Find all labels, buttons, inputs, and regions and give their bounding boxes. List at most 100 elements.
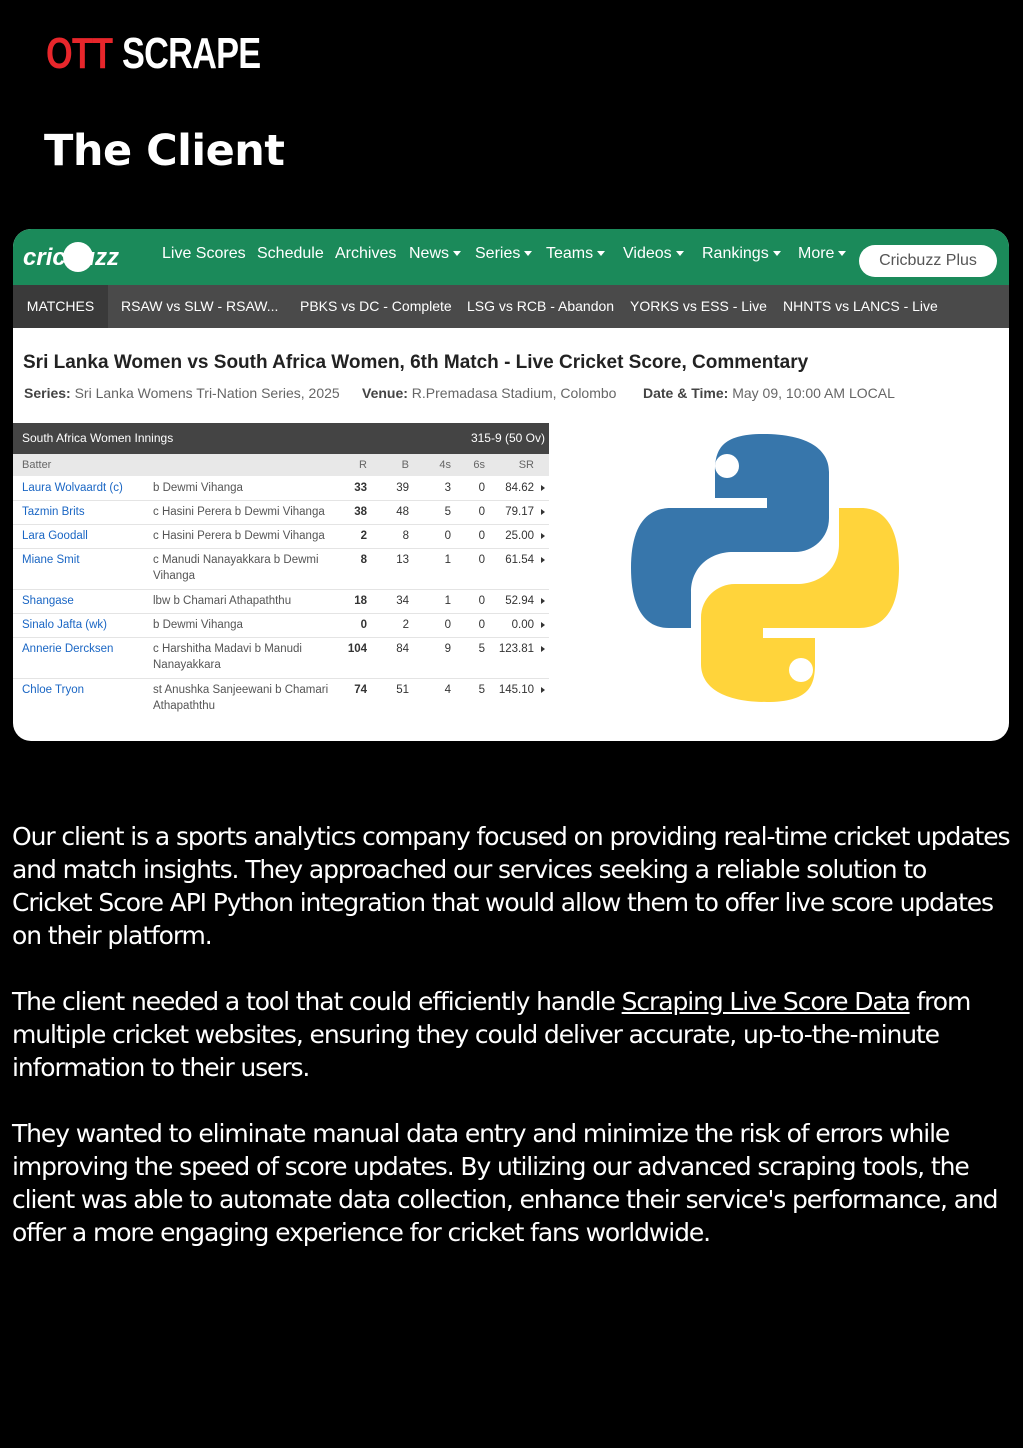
- nav-teams[interactable]: Teams: [546, 245, 606, 262]
- series-info: Series: Sri Lanka Womens Tri-Nation Seri…: [24, 386, 340, 400]
- strike-rate: 123.81: [498, 643, 534, 655]
- balls: 84: [396, 643, 409, 655]
- expand-arrow-icon[interactable]: [541, 598, 545, 604]
- table-row[interactable]: Shangase lbw b Chamari Athapaththu 18 34…: [13, 589, 549, 614]
- fours: 0: [444, 619, 451, 631]
- col-fours: 4s: [439, 459, 451, 471]
- fours: 1: [444, 554, 451, 566]
- client-description: Our client is a sports analytics company…: [12, 820, 1012, 1282]
- col-balls: B: [401, 459, 409, 471]
- balls: 2: [402, 619, 409, 631]
- paragraph-need: The client needed a tool that could effi…: [12, 985, 1012, 1084]
- chevron-down-icon: [675, 251, 684, 257]
- match-title: Sri Lanka Women vs South Africa Women, 6…: [23, 352, 809, 373]
- match-link[interactable]: LSG vs RCB - Abandon: [467, 285, 614, 328]
- expand-arrow-icon[interactable]: [541, 485, 545, 491]
- match-link[interactable]: YORKS vs ESS - Live: [630, 285, 767, 328]
- table-row[interactable]: Sinalo Jafta (wk) b Dewmi Vihanga 0 2 0 …: [13, 613, 549, 638]
- section-title: The Client: [44, 126, 285, 176]
- nav-series[interactable]: Series: [475, 245, 533, 262]
- nav-teams-label: Teams: [546, 245, 594, 262]
- batter-name[interactable]: Sinalo Jafta (wk): [22, 617, 107, 633]
- match-link[interactable]: NHNTS vs LANCS - Live: [783, 285, 938, 328]
- expand-arrow-icon[interactable]: [541, 646, 545, 652]
- sixes: 0: [478, 619, 485, 631]
- runs: 33: [354, 482, 367, 494]
- balls: 51: [396, 684, 409, 696]
- paragraph-outcome: They wanted to eliminate manual data ent…: [12, 1119, 999, 1247]
- batter-name[interactable]: Chloe Tryon: [22, 682, 84, 698]
- runs: 104: [347, 643, 367, 655]
- dismissal: c Harshitha Madavi b Manudi Nanayakkara: [153, 643, 302, 671]
- fours: 1: [444, 595, 451, 607]
- innings-header: South Africa Women Innings 315-9 (50 Ov): [13, 423, 549, 454]
- innings-total: 315-9 (50 Ov): [470, 431, 545, 445]
- expand-arrow-icon[interactable]: [541, 622, 545, 628]
- match-link[interactable]: RSAW vs SLW - RSAW...: [121, 285, 278, 328]
- ott-scrape-logo: OTT SCRAPE: [46, 30, 299, 78]
- batter-name[interactable]: Tazmin Brits: [22, 504, 85, 520]
- cricbuzz-logo: cricbuzz: [23, 242, 119, 272]
- col-runs: R: [359, 459, 367, 471]
- sixes: 0: [478, 530, 485, 542]
- batter-name[interactable]: Miane Smit: [22, 552, 80, 568]
- sixes: 0: [478, 554, 485, 566]
- balls: 34: [396, 595, 409, 607]
- matches-label: MATCHES: [13, 285, 108, 328]
- batter-name[interactable]: Annerie Dercksen: [22, 641, 113, 657]
- col-batter: Batter: [22, 459, 52, 471]
- table-row[interactable]: Miane Smit c Manudi Nanayakkara b Dewmi …: [13, 548, 549, 590]
- table-row[interactable]: Annerie Dercksen c Harshitha Madavi b Ma…: [13, 637, 549, 679]
- nav-videos[interactable]: Videos: [623, 246, 684, 262]
- strike-rate: 84.62: [505, 482, 534, 494]
- cricbuzz-plus-button[interactable]: Cricbuzz Plus: [859, 245, 997, 277]
- dismissal: c Hasini Perera b Dewmi Vihanga: [153, 506, 325, 518]
- col-strike-rate: SR: [518, 459, 534, 471]
- sixes: 0: [478, 595, 485, 607]
- nav-live-scores[interactable]: Live Scores: [162, 246, 246, 262]
- table-row[interactable]: Laura Wolvaardt (c) b Dewmi Vihanga 33 3…: [13, 476, 549, 501]
- table-row[interactable]: Chloe Tryon st Anushka Sanjeewani b Cham…: [13, 678, 549, 719]
- runs: 0: [360, 619, 367, 631]
- date-value: May 09, 10:00 AM LOCAL: [732, 385, 895, 401]
- cricbuzz-logo-text: cricbuzz: [23, 244, 119, 271]
- table-row[interactable]: Tazmin Brits c Hasini Perera b Dewmi Vih…: [13, 500, 549, 525]
- nav-schedule[interactable]: Schedule: [257, 246, 324, 262]
- table-row[interactable]: Lara Goodall c Hasini Perera b Dewmi Vih…: [13, 524, 549, 549]
- expand-arrow-icon[interactable]: [541, 509, 545, 515]
- venue-info: Venue: R.Premadasa Stadium, Colombo: [362, 386, 616, 400]
- fours: 5: [444, 506, 451, 518]
- expand-arrow-icon[interactable]: [541, 557, 545, 563]
- venue-value: R.Premadasa Stadium, Colombo: [411, 385, 617, 401]
- batter-name[interactable]: Lara Goodall: [22, 528, 88, 544]
- strike-rate: 25.00: [505, 530, 534, 542]
- expand-arrow-icon[interactable]: [541, 687, 545, 693]
- innings-team: South Africa Women Innings: [22, 431, 174, 445]
- chevron-down-icon: [772, 251, 781, 257]
- nav-rankings[interactable]: Rankings: [702, 246, 781, 262]
- runs: 38: [354, 506, 367, 518]
- runs: 8: [360, 554, 367, 566]
- balls: 8: [402, 530, 409, 542]
- nav-news[interactable]: News: [409, 245, 462, 262]
- batter-name[interactable]: Laura Wolvaardt (c): [22, 480, 123, 496]
- nav-news-label: News: [409, 245, 450, 262]
- match-link[interactable]: PBKS vs DC - Complete: [300, 285, 452, 328]
- sixes: 5: [478, 643, 485, 655]
- nav-more[interactable]: More: [798, 246, 847, 262]
- chevron-down-icon: [453, 251, 462, 257]
- chevron-down-icon: [838, 251, 847, 257]
- nav-videos-label: Videos: [623, 245, 672, 262]
- dismissal: lbw b Chamari Athapaththu: [153, 595, 292, 607]
- nav-series-label: Series: [475, 245, 521, 262]
- sixes: 0: [478, 482, 485, 494]
- expand-arrow-icon[interactable]: [541, 533, 545, 539]
- runs: 74: [354, 684, 367, 696]
- cricbuzz-screenshot: cricbuzz Live Scores Schedule Archives N…: [13, 229, 1009, 741]
- matches-bar: MATCHES RSAW vs SLW - RSAW... PBKS vs DC…: [13, 285, 1009, 328]
- chevron-down-icon: [597, 251, 606, 257]
- dismissal: b Dewmi Vihanga: [153, 482, 243, 494]
- scraping-live-score-link[interactable]: Scraping Live Score Data: [622, 987, 911, 1016]
- nav-archives[interactable]: Archives: [335, 246, 396, 262]
- batter-name[interactable]: Shangase: [22, 593, 74, 609]
